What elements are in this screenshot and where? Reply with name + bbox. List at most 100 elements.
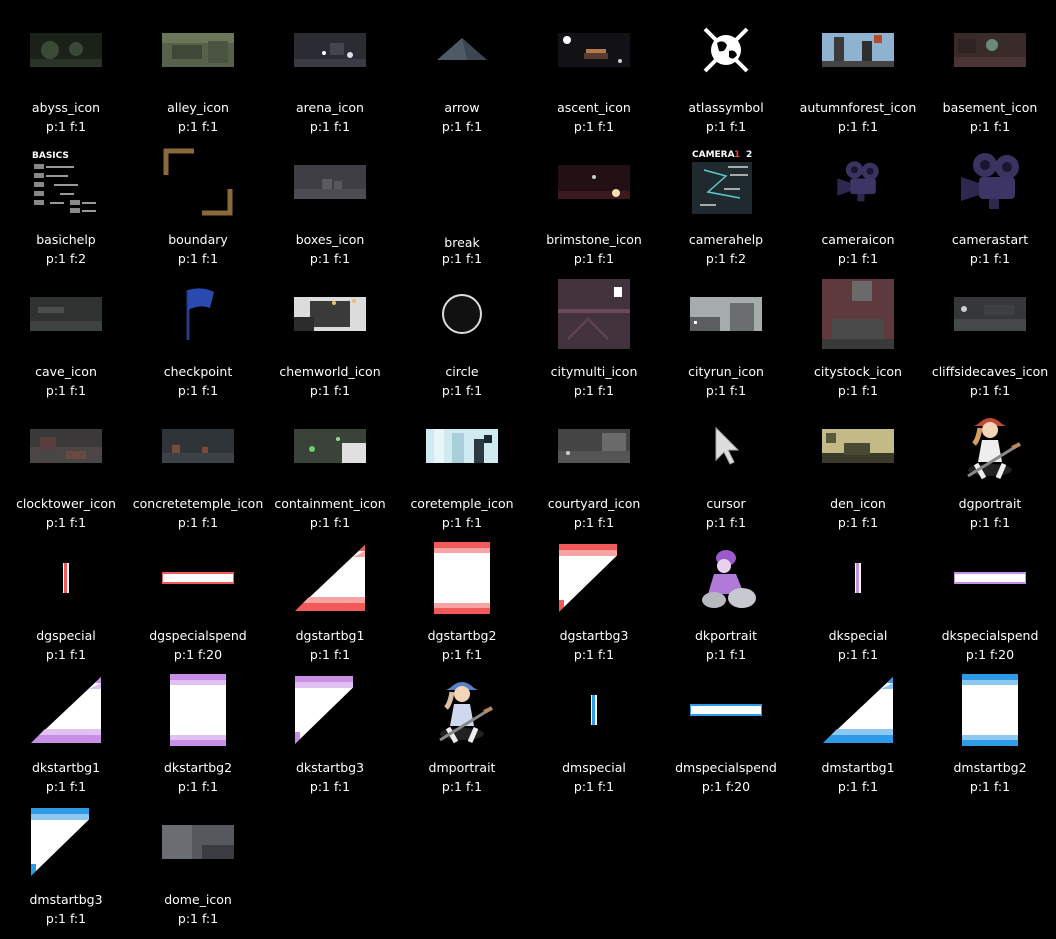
svg-text:CAMERA: CAMERA [692, 150, 735, 160]
asset-tile[interactable]: dgspecial p:1 f:1 [0, 534, 132, 666]
asset-name: dmportrait [428, 760, 496, 775]
dm-startbg1-icon [792, 666, 924, 754]
asset-tile[interactable]: atlassymbol p:1 f:1 [660, 6, 792, 138]
dm-special-icon [528, 666, 660, 754]
asset-tile[interactable]: den_icon p:1 f:1 [792, 402, 924, 534]
asset-tile[interactable]: coretemple_icon p:1 f:1 [396, 402, 528, 534]
asset-name: citymulti_icon [550, 364, 638, 379]
asset-tile[interactable]: dgstartbg2 p:1 f:1 [396, 534, 528, 666]
asset-tile[interactable]: citymulti_icon p:1 f:1 [528, 270, 660, 402]
asset-tile[interactable]: checkpoint p:1 f:1 [132, 270, 264, 402]
asset-tile[interactable]: brimstone_icon p:1 f:1 [528, 138, 660, 270]
asset-name: cityrun_icon [688, 364, 764, 379]
asset-tile[interactable]: CAMERA 1 2 camerahelp p:1 f:2 [660, 138, 792, 270]
asset-tile[interactable]: clocktower_icon p:1 f:1 [0, 402, 132, 534]
asset-name: dgspecialspend [149, 628, 247, 643]
asset-meta: p:1 f:1 [45, 911, 87, 926]
asset-tile[interactable]: dgportrait p:1 f:1 [924, 402, 1056, 534]
asset-meta: p:1 f:1 [441, 383, 483, 398]
asset-tile[interactable]: dkspecial p:1 f:1 [792, 534, 924, 666]
dg-startbg3-icon [528, 534, 660, 622]
dm-special-spend-icon [660, 666, 792, 754]
asset-tile[interactable]: citystock_icon p:1 f:1 [792, 270, 924, 402]
cliffsidecaves-icon [924, 270, 1056, 358]
asset-name: atlassymbol [688, 100, 764, 115]
asset-name: dmstartbg1 [821, 760, 895, 775]
asset-meta: p:1 f:1 [573, 383, 615, 398]
asset-tile[interactable]: break p:1 f:1 [396, 138, 528, 270]
asset-tile[interactable]: BASICS basichelp p:1 f:2 [0, 138, 132, 270]
asset-tile[interactable]: cursor p:1 f:1 [660, 402, 792, 534]
asset-name: basement_icon [942, 100, 1038, 115]
asset-tile[interactable]: boundary p:1 f:1 [132, 138, 264, 270]
ascent-icon [528, 6, 660, 94]
asset-name: dgstartbg1 [295, 628, 365, 643]
atlas-symbol-icon [660, 6, 792, 94]
dg-startbg1-icon [264, 534, 396, 622]
asset-tile[interactable]: dmstartbg3 p:1 f:1 [0, 798, 132, 930]
asset-tile[interactable]: dgspecialspend p:1 f:20 [132, 534, 264, 666]
asset-name: dkstartbg3 [295, 760, 365, 775]
dk-special-icon [792, 534, 924, 622]
dk-startbg2-icon [132, 666, 264, 754]
asset-meta: p:1 f:1 [441, 119, 483, 134]
asset-tile[interactable]: dkstartbg3 p:1 f:1 [264, 666, 396, 798]
asset-tile[interactable]: camerastart p:1 f:1 [924, 138, 1056, 270]
asset-tile[interactable]: ascent_icon p:1 f:1 [528, 6, 660, 138]
asset-tile[interactable]: cityrun_icon p:1 f:1 [660, 270, 792, 402]
asset-meta: p:1 f:1 [309, 119, 351, 134]
asset-meta: p:1 f:1 [309, 515, 351, 530]
asset-tile[interactable]: cave_icon p:1 f:1 [0, 270, 132, 402]
asset-name: arena_icon [296, 100, 364, 115]
asset-tile[interactable]: dgstartbg3 p:1 f:1 [528, 534, 660, 666]
dk-startbg1-icon [0, 666, 132, 754]
asset-meta: p:1 f:1 [441, 779, 483, 794]
asset-tile[interactable]: dkstartbg2 p:1 f:1 [132, 666, 264, 798]
asset-tile[interactable]: dmspecialspend p:1 f:20 [660, 666, 792, 798]
asset-tile[interactable]: arrow p:1 f:1 [396, 6, 528, 138]
asset-tile[interactable]: chemworld_icon p:1 f:1 [264, 270, 396, 402]
arena-icon [264, 6, 396, 94]
asset-meta: p:1 f:1 [309, 647, 351, 662]
asset-meta: p:1 f:1 [177, 911, 219, 926]
asset-meta: p:1 f:2 [45, 251, 87, 266]
asset-name: cameraicon [821, 232, 895, 247]
asset-tile[interactable]: circle p:1 f:1 [396, 270, 528, 402]
asset-tile[interactable]: arena_icon p:1 f:1 [264, 6, 396, 138]
asset-tile[interactable]: dgstartbg1 p:1 f:1 [264, 534, 396, 666]
cursor-icon [660, 402, 792, 490]
dm-startbg3-icon [0, 798, 132, 886]
asset-tile[interactable]: cameraicon p:1 f:1 [792, 138, 924, 270]
asset-tile[interactable]: dmportrait p:1 f:1 [396, 666, 528, 798]
asset-tile[interactable]: dmspecial p:1 f:1 [528, 666, 660, 798]
asset-tile[interactable]: dmstartbg2 p:1 f:1 [924, 666, 1056, 798]
asset-name: dmspecial [562, 760, 626, 775]
asset-name: camerastart [951, 232, 1029, 247]
asset-meta: p:1 f:1 [837, 779, 879, 794]
asset-name: concretetemple_icon [132, 496, 264, 511]
dk-special-spend-icon [924, 534, 1056, 622]
asset-tile[interactable]: courtyard_icon p:1 f:1 [528, 402, 660, 534]
asset-tile[interactable]: dkportrait p:1 f:1 [660, 534, 792, 666]
asset-meta: p:1 f:1 [45, 119, 87, 134]
asset-name: dkspecial [828, 628, 888, 643]
asset-tile[interactable]: abyss_icon p:1 f:1 [0, 6, 132, 138]
asset-meta: p:1 f:1 [45, 383, 87, 398]
asset-tile[interactable]: autumnforest_icon p:1 f:1 [792, 6, 924, 138]
asset-tile[interactable]: basement_icon p:1 f:1 [924, 6, 1056, 138]
asset-tile[interactable]: cliffsidecaves_icon p:1 f:1 [924, 270, 1056, 402]
asset-tile[interactable]: containment_icon p:1 f:1 [264, 402, 396, 534]
asset-tile[interactable]: boxes_icon p:1 f:1 [264, 138, 396, 270]
asset-tile[interactable]: dmstartbg1 p:1 f:1 [792, 666, 924, 798]
asset-tile[interactable]: dkspecialspend p:1 f:20 [924, 534, 1056, 666]
asset-tile[interactable]: dkstartbg1 p:1 f:1 [0, 666, 132, 798]
asset-tile[interactable]: concretetemple_icon p:1 f:1 [132, 402, 264, 534]
asset-meta: p:1 f:1 [705, 515, 747, 530]
break-icon [396, 138, 528, 226]
asset-meta: p:1 f:1 [177, 515, 219, 530]
asset-tile[interactable]: dome_icon p:1 f:1 [132, 798, 264, 930]
asset-name: cursor [706, 496, 746, 511]
asset-tile[interactable]: alley_icon p:1 f:1 [132, 6, 264, 138]
asset-name: basichelp [36, 232, 96, 247]
camera-start-icon [924, 138, 1056, 226]
